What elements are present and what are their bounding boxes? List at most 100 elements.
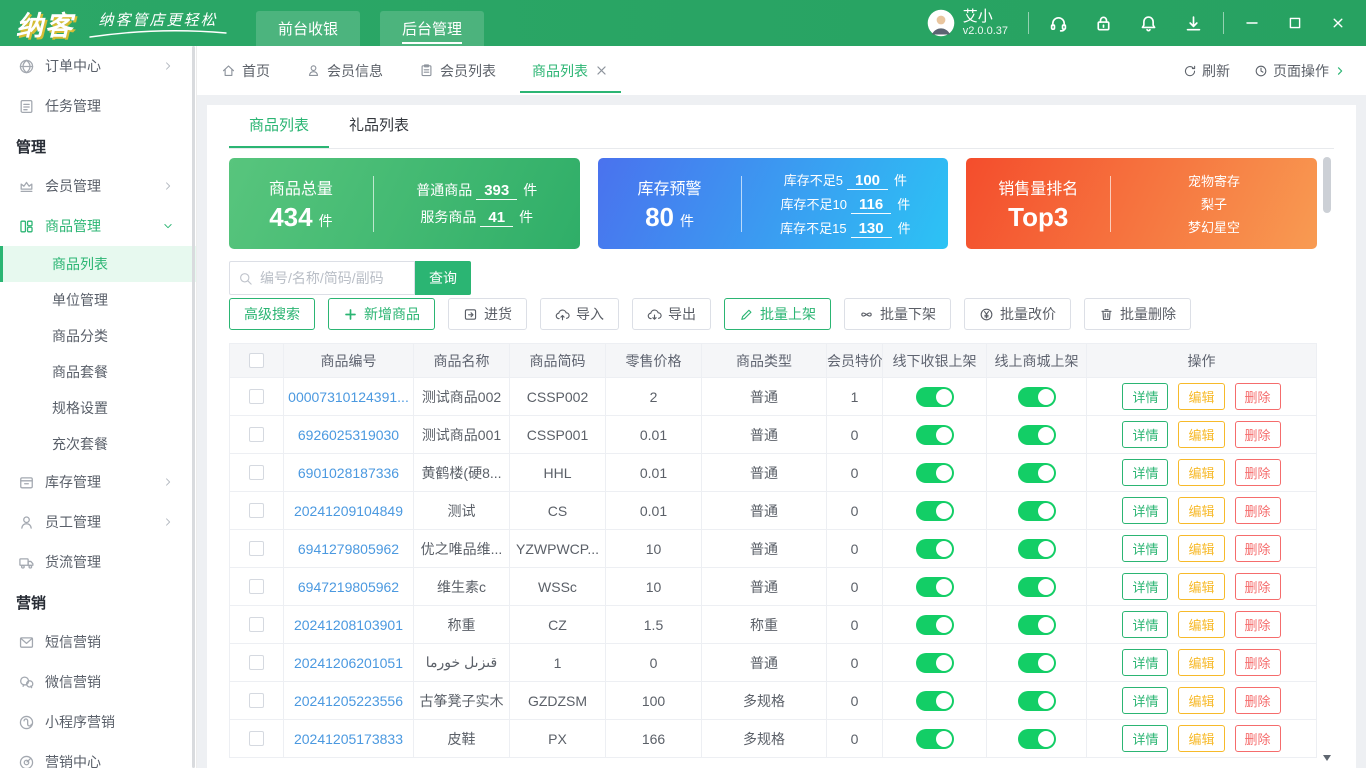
row-checkbox[interactable] <box>249 655 264 670</box>
tab-member-list[interactable]: 会员列表 <box>405 46 510 95</box>
delete-button[interactable]: 删除 <box>1234 649 1281 676</box>
goods-code-link[interactable]: 20241209104849 <box>294 503 403 519</box>
delete-button[interactable]: 删除 <box>1234 535 1281 562</box>
sidebar-item-inventory-management[interactable]: 库存管理 <box>0 462 196 502</box>
sidebar-item-task-management[interactable]: 任务管理 <box>0 86 196 126</box>
detail-button[interactable]: 详情 <box>1122 421 1169 448</box>
online-shelf-toggle[interactable] <box>1017 424 1056 445</box>
tab-close-icon[interactable] <box>594 63 609 78</box>
lock-button[interactable] <box>1094 14 1113 33</box>
row-checkbox[interactable] <box>249 503 264 518</box>
action-refresh[interactable]: 刷新 <box>1183 61 1230 81</box>
detail-button[interactable]: 详情 <box>1122 687 1169 714</box>
sidebar-item-goods-category[interactable]: 商品分类 <box>0 318 196 354</box>
bell-button[interactable] <box>1139 14 1158 33</box>
offline-shelf-toggle[interactable] <box>915 690 954 711</box>
offline-shelf-toggle[interactable] <box>915 386 954 407</box>
row-checkbox[interactable] <box>249 389 264 404</box>
batch-reprice-button[interactable]: 批量改价 <box>964 298 1071 330</box>
offline-shelf-toggle[interactable] <box>915 652 954 673</box>
delete-button[interactable]: 删除 <box>1234 497 1281 524</box>
online-shelf-toggle[interactable] <box>1017 576 1056 597</box>
online-shelf-toggle[interactable] <box>1017 690 1056 711</box>
goods-code-link[interactable]: 20241205223556 <box>294 693 403 709</box>
sidebar-item-marketing-center[interactable]: 营销中心 <box>0 742 196 768</box>
row-checkbox[interactable] <box>249 427 264 442</box>
purchase-button[interactable]: 进货 <box>448 298 527 330</box>
sidebar-item-order-center[interactable]: 订单中心 <box>0 46 196 86</box>
search-button[interactable]: 查询 <box>415 261 471 295</box>
delete-button[interactable]: 删除 <box>1234 725 1281 752</box>
advanced-search-button[interactable]: 高级搜索 <box>229 298 315 330</box>
edit-button[interactable]: 编辑 <box>1178 725 1225 752</box>
goods-code-link[interactable]: 6947219805962 <box>298 579 399 595</box>
sidebar-item-logistics-management[interactable]: 货流管理 <box>0 542 196 582</box>
detail-number[interactable]: 116 <box>851 196 892 214</box>
tab-goods-list[interactable]: 商品列表 <box>518 46 623 95</box>
edit-button[interactable]: 编辑 <box>1178 497 1225 524</box>
online-shelf-toggle[interactable] <box>1017 462 1056 483</box>
tab-home[interactable]: 首页 <box>207 46 284 95</box>
edit-button[interactable]: 编辑 <box>1178 687 1225 714</box>
search-input[interactable] <box>230 262 414 294</box>
offline-shelf-toggle[interactable] <box>915 500 954 521</box>
detail-number[interactable]: 41 <box>480 209 514 227</box>
content-tab-goods-list[interactable]: 商品列表 <box>229 105 330 148</box>
online-shelf-toggle[interactable] <box>1017 652 1056 673</box>
sidebar-item-staff-management[interactable]: 员工管理 <box>0 502 196 542</box>
offline-shelf-toggle[interactable] <box>915 614 954 635</box>
detail-button[interactable]: 详情 <box>1122 459 1169 486</box>
edit-button[interactable]: 编辑 <box>1178 573 1225 600</box>
offline-shelf-toggle[interactable] <box>915 728 954 749</box>
detail-button[interactable]: 详情 <box>1122 611 1169 638</box>
detail-number[interactable]: 393 <box>476 182 518 200</box>
offline-shelf-toggle[interactable] <box>915 576 954 597</box>
edit-button[interactable]: 编辑 <box>1178 383 1225 410</box>
online-shelf-toggle[interactable] <box>1017 538 1056 559</box>
sidebar-item-goods-package[interactable]: 商品套餐 <box>0 354 196 390</box>
edit-button[interactable]: 编辑 <box>1178 611 1225 638</box>
sidebar-item-member-management[interactable]: 会员管理 <box>0 166 196 206</box>
detail-button[interactable]: 详情 <box>1122 535 1169 562</box>
topnav-front-cashier[interactable]: 前台收银 <box>256 11 361 46</box>
delete-button[interactable]: 删除 <box>1234 459 1281 486</box>
goods-code-link[interactable]: 6941279805962 <box>298 541 399 557</box>
minimize-button[interactable] <box>1244 15 1260 31</box>
online-shelf-toggle[interactable] <box>1017 386 1056 407</box>
sidebar-item-miniprogram-marketing[interactable]: 小程序营销 <box>0 702 196 742</box>
delete-button[interactable]: 删除 <box>1234 383 1281 410</box>
sidebar-item-sms-marketing[interactable]: 短信营销 <box>0 622 196 662</box>
download-button[interactable] <box>1184 14 1203 33</box>
goods-code-link[interactable]: 6901028187336 <box>298 465 399 481</box>
offline-shelf-toggle[interactable] <box>915 424 954 445</box>
online-shelf-toggle[interactable] <box>1017 614 1056 635</box>
sidebar-item-goods-list[interactable]: 商品列表 <box>0 246 196 282</box>
row-checkbox[interactable] <box>249 541 264 556</box>
goods-code-link[interactable]: 20241208103901 <box>294 617 403 633</box>
scrollbar-thumb[interactable] <box>1323 157 1331 213</box>
detail-number[interactable]: 130 <box>850 220 892 238</box>
action-page-operations[interactable]: 页面操作 <box>1254 61 1346 81</box>
sidebar-item-unit-management[interactable]: 单位管理 <box>0 282 196 318</box>
row-checkbox[interactable] <box>249 465 264 480</box>
batch-on-shelf-button[interactable]: 批量上架 <box>724 298 831 330</box>
delete-button[interactable]: 删除 <box>1234 421 1281 448</box>
sidebar-item-recharge-package[interactable]: 充次套餐 <box>0 426 196 462</box>
batch-off-shelf-button[interactable]: 批量下架 <box>844 298 951 330</box>
goods-code-link[interactable]: 20241206201051 <box>294 655 403 671</box>
edit-button[interactable]: 编辑 <box>1178 459 1225 486</box>
detail-button[interactable]: 详情 <box>1122 725 1169 752</box>
goods-code-link[interactable]: 6926025319030 <box>298 427 399 443</box>
tab-member-info[interactable]: 会员信息 <box>292 46 397 95</box>
batch-delete-button[interactable]: 批量删除 <box>1084 298 1191 330</box>
row-checkbox[interactable] <box>249 579 264 594</box>
topnav-backend-admin[interactable]: 后台管理 <box>380 11 485 46</box>
online-shelf-toggle[interactable] <box>1017 500 1056 521</box>
goods-code-link[interactable]: 00007310124391... <box>288 389 409 405</box>
detail-button[interactable]: 详情 <box>1122 497 1169 524</box>
sidebar-item-spec-settings[interactable]: 规格设置 <box>0 390 196 426</box>
service-button[interactable] <box>1049 14 1068 33</box>
online-shelf-toggle[interactable] <box>1017 728 1056 749</box>
select-all-checkbox[interactable] <box>249 353 264 368</box>
add-goods-button[interactable]: 新增商品 <box>328 298 435 330</box>
